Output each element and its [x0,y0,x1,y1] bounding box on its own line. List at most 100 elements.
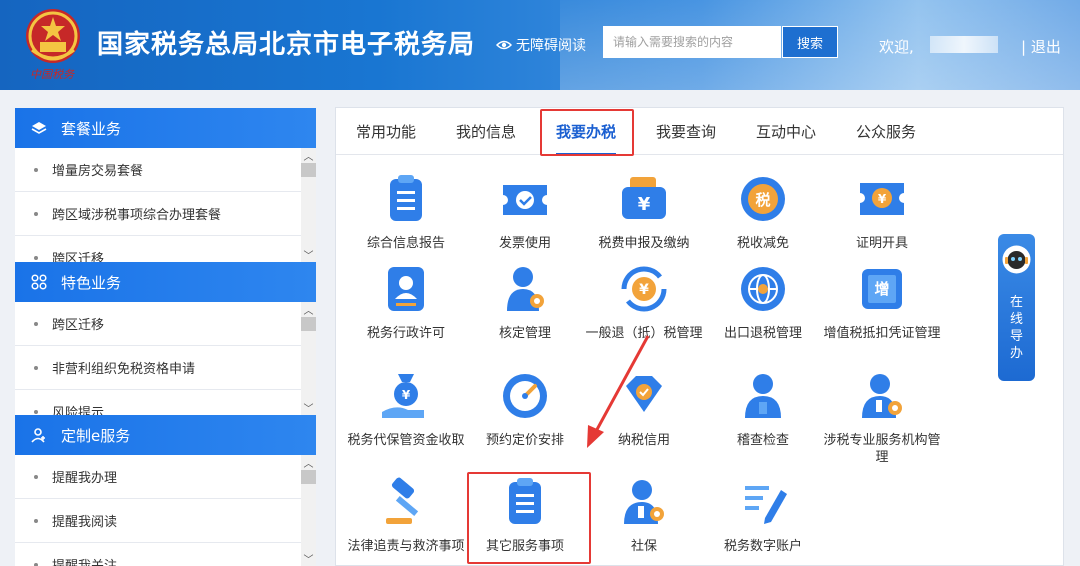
user-plus-icon [31,428,45,443]
function-highlight-box [467,472,591,564]
grid-icon [31,274,47,290]
search-button[interactable]: 搜索 [782,26,838,58]
tab-bar: 常用功能 我的信息 我要办税 我要查询 互动中心 公众服务 [336,108,1063,156]
function-item[interactable]: ¥ 一般退（抵）税管理 [584,261,704,342]
scroll-down-icon[interactable]: ﹀ [301,400,316,415]
function-label: 综合信息报告 [366,236,445,251]
welcome-text: 欢迎, [879,38,914,56]
scroll-down-icon[interactable]: ﹀ [301,247,316,262]
accessibility-reading-link[interactable]: 无障碍阅读 [496,35,586,55]
function-item[interactable]: 税务数字账户 [703,474,823,555]
item-label: 提醒我阅读 [52,515,118,530]
function-item[interactable]: 综合信息报告 [346,171,466,252]
function-item[interactable]: 核定管理 [465,261,585,342]
svg-text:¥: ¥ [402,388,411,402]
sidebar: 套餐业务 增量房交易套餐 跨区域涉税事项综合办理套餐 跨区迁移 ︿ ﹀ 特色业务… [15,108,316,566]
list-item[interactable]: 跨区迁移 [15,302,301,346]
function-item[interactable]: ¥ 税费申报及缴纳 [584,171,704,252]
function-item[interactable]: 涉税专业服务机构管理 [822,368,942,466]
function-label: 税务行政许可 [366,326,445,341]
function-item[interactable]: 稽查检查 [703,368,823,449]
wallet-yuan-icon: ¥ [622,177,666,219]
scrollbar[interactable]: ︿ ﹀ [301,148,316,262]
item-label: 风险提示 [52,406,105,415]
list-item[interactable]: 提醒我办理 [15,455,301,499]
list-item[interactable]: 非营利组织免税资格申请 [15,346,301,390]
function-item[interactable]: ¥ 税务代保管资金收取 [346,368,466,449]
site-title: 国家税务总局北京市电子税务局 [97,30,476,60]
layers-icon [31,122,47,134]
scrollbar[interactable]: ︿ ﹀ [301,302,316,415]
bullet [34,518,38,523]
list-item[interactable]: 风险提示 [15,390,301,415]
function-label: 发票使用 [498,236,551,251]
logout-link[interactable]: | 退出 [1021,36,1061,57]
function-label: 税费申报及缴纳 [598,236,690,251]
function-label: 税收减免 [736,236,789,251]
item-label: 跨区迁移 [52,318,105,333]
bullet [34,409,38,414]
item-label: 跨区迁移 [52,252,105,262]
function-item[interactable]: 预约定价安排 [465,368,585,449]
svg-text:¥: ¥ [639,282,649,298]
function-label: 纳税信用 [617,433,670,448]
function-label: 预约定价安排 [485,433,564,448]
function-label: 一般退（抵）税管理 [585,326,703,341]
section-header-feature[interactable]: 特色业务 [15,262,316,302]
function-item[interactable]: 出口退税管理 [703,261,823,342]
section-header-custom[interactable]: 定制e服务 [15,415,316,455]
main-panel: 常用功能 我的信息 我要办税 我要查询 互动中心 公众服务 综合信息报告 发票使… [335,107,1064,566]
bullet [34,321,38,326]
scroll-down-icon[interactable]: ﹀ [301,551,316,566]
tab-highlight-box [540,109,634,156]
function-item[interactable]: 税 税收减免 [703,171,823,252]
accessibility-label: 无障碍阅读 [516,38,586,54]
credit-diamond-icon [626,376,662,412]
list-item[interactable]: 增量房交易套餐 [15,148,301,192]
list-item[interactable]: 跨区域涉税事项综合办理套餐 [15,192,301,236]
bullet [34,255,38,260]
globe-export-icon [741,267,785,311]
online-guide-button[interactable]: 在线导办 [998,234,1035,381]
tax-reduction-coin-icon: 税 [741,177,785,221]
scroll-up-icon[interactable]: ︿ [301,455,316,470]
item-label: 增量房交易套餐 [52,164,144,179]
hand-money-bag-icon: ¥ [382,374,424,418]
id-card-icon [388,267,424,311]
function-label: 社保 [630,539,657,554]
function-label: 涉税专业服务机构管理 [823,433,941,465]
list-item[interactable]: 跨区迁移 [15,236,301,262]
list-item[interactable]: 提醒我关注 [15,543,301,566]
tab-public-service[interactable]: 公众服务 [846,108,926,155]
function-item[interactable]: 社保 [584,474,704,555]
item-label: 提醒我关注 [52,555,117,566]
svg-text:税: 税 [755,191,770,209]
scroll-up-icon[interactable]: ︿ [301,148,316,163]
function-label: 增值税抵扣凭证管理 [823,326,941,341]
section-list-custom: 提醒我办理 提醒我阅读 提醒我关注 [15,455,301,566]
section-title: 特色业务 [61,273,122,292]
function-item[interactable]: 增 增值税抵扣凭证管理 [822,261,942,342]
function-item[interactable]: 法律追责与救济事项 [346,474,466,555]
section-header-package[interactable]: 套餐业务 [15,108,316,148]
refund-cycle-yuan-icon: ¥ [621,266,667,312]
function-item[interactable]: 税务行政许可 [346,261,466,342]
agent-user-gear-icon [862,374,902,418]
scroll-up-icon[interactable]: ︿ [301,302,316,317]
tab-interaction[interactable]: 互动中心 [746,108,826,155]
list-item[interactable]: 提醒我阅读 [15,499,301,543]
certificate-coin-icon: ¥ [860,183,904,215]
scroll-thumb[interactable] [301,317,316,331]
function-item[interactable]: 发票使用 [465,171,585,252]
function-item[interactable]: ¥ 证明开具 [822,171,942,252]
bullet [34,562,38,566]
scroll-thumb[interactable] [301,470,316,484]
function-item[interactable]: 纳税信用 [584,368,704,449]
tab-query[interactable]: 我要查询 [646,108,726,155]
bullet [34,211,38,216]
search-input[interactable] [603,26,781,58]
tab-my-info[interactable]: 我的信息 [446,108,526,155]
scroll-thumb[interactable] [301,163,316,177]
scrollbar[interactable]: ︿ ﹀ [301,455,316,566]
tab-common[interactable]: 常用功能 [346,108,426,155]
